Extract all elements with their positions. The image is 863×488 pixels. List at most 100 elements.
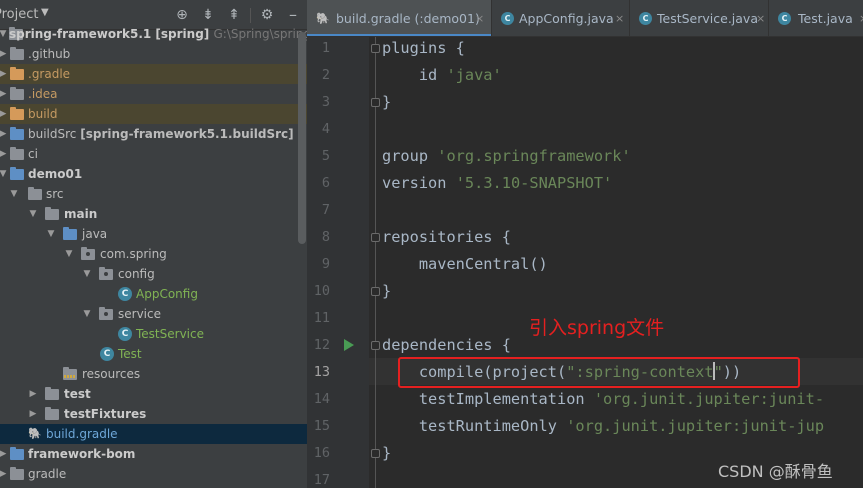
tree-item-label: AppConfig (136, 287, 198, 301)
chevron-down-icon[interactable]: ▼ (81, 304, 93, 324)
tree-item-main[interactable]: ▼ main (0, 204, 307, 224)
locate-icon[interactable]: ⊕ (173, 6, 191, 24)
chevron-down-icon[interactable]: ▼ (45, 224, 57, 244)
tree-item-root[interactable]: ▼ spring-framework5.1 [spring] G:\Spring… (0, 24, 307, 44)
fold-marker-icon[interactable] (371, 287, 380, 296)
tab-appconfig[interactable]: C AppConfig.java × (492, 0, 629, 36)
tree-item-github[interactable]: ▶ .github (0, 44, 307, 64)
tab-build-gradle[interactable]: 🐘 build.gradle (:demo01) × (307, 0, 491, 36)
tree-item-com-spring[interactable]: ▼ com.spring (0, 244, 307, 264)
tree-item-test[interactable]: ▶ test (0, 384, 307, 404)
code-line[interactable]: dependencies { (382, 332, 511, 359)
class-icon: C (778, 12, 791, 25)
class-icon: C (118, 327, 132, 341)
class-icon: C (100, 347, 114, 361)
tree-item-java[interactable]: ▼ java (0, 224, 307, 244)
tree-item-resources[interactable]: resources (0, 364, 307, 384)
tree-item-label: buildSrc [spring-framework5.1.buildSrc] (28, 127, 294, 141)
collapse-all-icon[interactable]: ⇞ (225, 6, 243, 24)
chevron-down-icon[interactable]: ▼ (41, 7, 49, 18)
line-number: 7 (321, 202, 330, 218)
class-icon: C (639, 12, 652, 25)
tree-item-appconfig[interactable]: C AppConfig (0, 284, 307, 304)
tree-item-gradle[interactable]: ▶ gradle (0, 464, 307, 484)
chevron-down-icon[interactable]: ▼ (63, 244, 75, 264)
chevron-down-icon[interactable]: ▼ (0, 164, 9, 184)
code-line[interactable]: } (382, 89, 391, 116)
line-number: 5 (321, 148, 330, 164)
gradle-elephant-icon: 🐘 (28, 427, 42, 440)
tree-item-config[interactable]: ▼ config (0, 264, 307, 284)
chevron-down-icon[interactable]: ▼ (27, 204, 39, 224)
tree-item-testfixtures[interactable]: ▶ testFixtures (0, 404, 307, 424)
chevron-right-icon[interactable]: ▶ (0, 64, 9, 84)
expand-all-icon[interactable]: ⇟ (199, 6, 217, 24)
tree-item-label: .gradle (28, 67, 71, 81)
tree-item-label: src (46, 187, 64, 201)
chevron-down-icon[interactable]: ▼ (81, 264, 93, 284)
tree-item-label: config (118, 267, 155, 281)
code-line[interactable]: version '5.3.10-SNAPSHOT' (382, 170, 612, 197)
tree-item-ci[interactable]: ▶ ci (0, 144, 307, 164)
tree-item-build[interactable]: ▶ build (0, 104, 307, 124)
code-line[interactable]: id 'java' (382, 62, 502, 89)
line-number: 1 (321, 40, 330, 56)
tab-label: Test.java (798, 11, 853, 26)
folder-icon (10, 147, 24, 160)
tree-item-label: test (64, 387, 91, 401)
code-line[interactable]: testImplementation 'org.junit.jupiter:ju… (382, 386, 824, 413)
tree-item-buildsrc[interactable]: ▶ buildSrc [spring-framework5.1.buildSrc… (0, 124, 307, 144)
tree-item-service[interactable]: ▼ service (0, 304, 307, 324)
chevron-right-icon[interactable]: ▶ (0, 464, 9, 484)
tree-item-demo01[interactable]: ▼ demo01 (0, 164, 307, 184)
run-icon[interactable] (344, 339, 354, 351)
tree-scrollbar[interactable] (298, 32, 306, 244)
fold-marker-icon[interactable] (371, 98, 380, 107)
watermark: CSDN @酥骨鱼 (718, 462, 833, 481)
gear-icon[interactable]: ⚙ (258, 6, 276, 24)
tree-item-framework-bom[interactable]: ▶ framework-bom (0, 444, 307, 464)
code-line[interactable]: plugins { (382, 35, 465, 62)
tab-test[interactable]: C Test.java × (769, 0, 863, 36)
close-icon[interactable]: × (615, 0, 624, 36)
code-line[interactable]: group 'org.springframework' (382, 143, 631, 170)
code-line[interactable]: } (382, 440, 391, 467)
tree-item-idea[interactable]: ▶ .idea (0, 84, 307, 104)
code-line[interactable]: repositories { (382, 224, 511, 251)
close-icon[interactable]: × (756, 0, 765, 36)
code-line[interactable]: mavenCentral() (382, 251, 548, 278)
chevron-right-icon[interactable]: ▶ (0, 44, 9, 64)
tree-item-label: java (82, 227, 108, 241)
tree-item-gradle-dir[interactable]: ▶ .gradle (0, 64, 307, 84)
chevron-right-icon[interactable]: ▶ (0, 124, 9, 144)
tree-item-build-gradle[interactable]: 🐘 build.gradle (0, 424, 307, 444)
line-number: 17 (313, 472, 330, 488)
fold-marker-icon[interactable] (371, 449, 380, 458)
chevron-right-icon[interactable]: ▶ (0, 444, 9, 464)
code-line[interactable]: } (382, 278, 391, 305)
tree-item-label: spring-framework5.1 [spring] G:\Spring\s… (9, 27, 307, 41)
chevron-right-icon[interactable]: ▶ (27, 404, 39, 424)
project-view-selector[interactable]: Project (0, 7, 38, 22)
fold-marker-icon[interactable] (371, 44, 380, 53)
tree-item-src[interactable]: ▼ src (0, 184, 307, 204)
chevron-right-icon[interactable]: ▶ (0, 144, 9, 164)
chevron-right-icon[interactable]: ▶ (27, 384, 39, 404)
tab-label: build.gradle (:demo01) (336, 11, 480, 26)
chevron-right-icon[interactable]: ▶ (0, 104, 9, 124)
tab-label: TestService.java (657, 11, 758, 26)
fold-marker-icon[interactable] (371, 233, 380, 242)
close-icon[interactable]: × (475, 0, 484, 36)
tree-item-test-class[interactable]: C Test (0, 344, 307, 364)
fold-marker-icon[interactable] (371, 341, 380, 350)
chevron-right-icon[interactable]: ▶ (0, 84, 9, 104)
toolbar-divider (250, 8, 251, 23)
annotation-highlight-box (398, 357, 800, 388)
tab-testservice[interactable]: C TestService.java × (630, 0, 768, 36)
tree-item-testservice[interactable]: C TestService (0, 324, 307, 344)
hide-icon[interactable]: – (284, 6, 302, 24)
chevron-down-icon[interactable]: ▼ (8, 184, 20, 204)
close-icon[interactable]: × (859, 0, 863, 36)
code-line[interactable]: testRuntimeOnly 'org.junit.jupiter:junit… (382, 413, 824, 440)
chevron-down-icon[interactable]: ▼ (0, 24, 9, 44)
